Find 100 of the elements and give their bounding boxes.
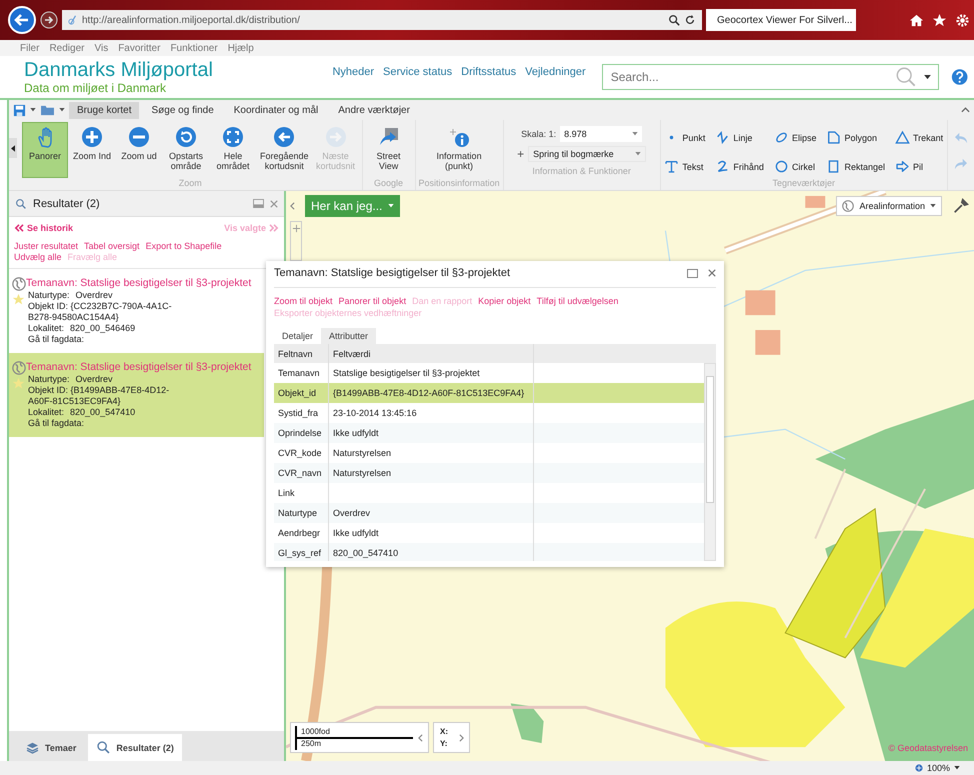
drawing-tool[interactable]: Polygon	[826, 126, 885, 149]
drawing-tool[interactable]: Tekst	[664, 155, 706, 178]
nav-link[interactable]: Nyheder	[332, 66, 374, 78]
action-link[interactable]: Tabel oversigt	[84, 241, 140, 251]
close-icon[interactable]	[708, 269, 716, 277]
star-icon[interactable]	[932, 12, 947, 28]
panel-tab[interactable]: Resultater (2)	[88, 734, 182, 761]
building	[805, 196, 826, 208]
refresh-icon[interactable]	[684, 14, 696, 26]
ribbon-tab[interactable]: Bruge kortet	[69, 102, 140, 118]
forward-icon[interactable]	[40, 11, 58, 29]
nav-link[interactable]: Service status	[383, 66, 452, 78]
caret-icon[interactable]	[30, 108, 36, 112]
ribbon-tab[interactable]: Koordinater og mål	[226, 102, 326, 118]
back-icon[interactable]	[8, 6, 36, 34]
browser-tab[interactable]: Geocortex Viewer For Silverl...	[706, 9, 856, 31]
result-title[interactable]: Temanavn: Statslige besigtigelser til §3-projektet	[26, 277, 252, 290]
nav-link[interactable]: Driftsstatus	[461, 66, 516, 78]
drawing-tool[interactable]: Linje	[715, 126, 764, 149]
drawing-tool[interactable]: Cirkel	[774, 155, 816, 178]
zoom-level[interactable]: 100%	[926, 763, 950, 773]
star-icon[interactable]	[12, 293, 25, 306]
table-cell: Ikke udfyldt	[329, 423, 534, 443]
zoom-in-button[interactable]	[290, 221, 302, 261]
ribbon-tab[interactable]: Andre værktøjer	[330, 102, 418, 118]
caret-left-icon[interactable]	[418, 734, 423, 742]
column-header[interactable]: Feltværdi	[329, 344, 534, 363]
popup-tab[interactable]: Attributter	[321, 328, 376, 344]
action-link[interactable]: Udvælg alle	[14, 252, 62, 262]
close-icon[interactable]	[270, 200, 278, 208]
drawing-tool[interactable]: Elipse	[774, 126, 816, 149]
caret-icon[interactable]	[59, 108, 65, 112]
menu-item[interactable]: Funktioner	[170, 42, 218, 54]
tool-button[interactable]: Foregående kortudsnit	[257, 122, 312, 178]
search-field[interactable]: Search...	[602, 64, 939, 90]
table-row[interactable]: Oprindelse Ikke udfyldt	[274, 423, 704, 443]
action-link[interactable]: Zoom til objekt	[274, 296, 333, 306]
tool-button[interactable]: Hele området	[210, 122, 256, 178]
caret-right-icon[interactable]	[459, 734, 464, 742]
menu-item[interactable]: Hjælp	[228, 42, 254, 54]
scroll-left-button[interactable]	[9, 138, 17, 158]
star-icon[interactable]	[12, 377, 25, 390]
save-icon[interactable]	[13, 104, 26, 116]
action-link[interactable]: Kopier objekt	[478, 296, 531, 306]
data-link[interactable]: Gå til fagdata:	[28, 334, 84, 345]
menu-item[interactable]: Filer	[20, 42, 40, 54]
drawing-tool[interactable]: Punkt	[664, 126, 706, 149]
address-bar[interactable]: http://arealinformation.miljoeportal.dk/distribution/	[62, 10, 702, 30]
layer-dropdown[interactable]: Arealinformation	[836, 196, 942, 216]
data-link[interactable]: Gå til fagdata:	[28, 418, 84, 429]
table-row[interactable]: Objekt_id {B1499ABB-47E8-4D12-A60F-81C513EC9FA4}	[274, 383, 704, 403]
group-label: Zoom	[178, 178, 202, 190]
info-icon	[448, 126, 470, 148]
tool-button[interactable]: Zoom Ind	[69, 122, 115, 178]
minimize-icon[interactable]	[253, 199, 264, 208]
settings-icon[interactable]	[955, 12, 970, 28]
action-link[interactable]: Tilføj til udvælgelsen	[536, 296, 618, 306]
tool-button[interactable]: Zoom ud	[116, 122, 162, 178]
maximize-icon[interactable]	[687, 268, 698, 278]
tool-button[interactable]: Opstarts område	[163, 122, 209, 178]
popup-tab[interactable]: Detaljer	[274, 328, 322, 344]
caret-icon[interactable]	[924, 75, 931, 80]
tool-button[interactable]: Street View	[366, 122, 412, 178]
bookmark-dropdown[interactable]: Spring til bogmærke	[528, 146, 646, 162]
action-link[interactable]: Juster resultatet	[14, 241, 78, 251]
tool-button[interactable]: Panorer	[22, 122, 68, 178]
result-item[interactable]: Temanavn: Statslige besigtigelser til §3-projektet Naturtype: Overdrev Objekt ID: {B1499ABB-47E8-4D12-A60F-81C513EC9FA4} Lokalitet: 820_00_547410 Gå til fagdata:	[9, 353, 264, 437]
action-link[interactable]: Panorer til objekt	[338, 296, 406, 306]
column-header[interactable]: Feltnavn	[274, 344, 329, 363]
search-icon[interactable]	[668, 14, 680, 26]
action-link[interactable]: Export to Shapefile	[146, 241, 222, 251]
selected-area[interactable]	[784, 508, 886, 658]
add-bookmark-button[interactable]: +	[517, 147, 524, 161]
caret-icon[interactable]	[954, 766, 960, 770]
table-row[interactable]: CVR_navn Naturstyrelsen	[274, 463, 704, 483]
history-link[interactable]: Se historik	[14, 223, 74, 233]
tools-icon[interactable]	[952, 197, 970, 215]
home-icon[interactable]	[909, 12, 924, 28]
drawing-tool[interactable]: Trekant	[894, 126, 944, 149]
table-row[interactable]: Gl_sys_ref 820_00_547410	[274, 543, 704, 561]
ribbon-tab[interactable]: Søge og finde	[143, 102, 222, 118]
zigzag-line-icon	[715, 130, 730, 145]
tool-button[interactable]: Information (punkt)	[434, 122, 485, 178]
arrow-icon	[894, 159, 910, 174]
scrollbar[interactable]	[704, 363, 716, 561]
help-icon[interactable]	[950, 68, 968, 86]
drawing-tool[interactable]: Rektangel	[826, 155, 885, 178]
nav-link[interactable]: Vejledninger	[525, 66, 586, 78]
result-item[interactable]: Temanavn: Statslige besigtigelser til §3-projektet Naturtype: Overdrev Objekt ID: {CC232B7C-790A-4A1C-B278-94580AC154A4} Lokalitet: 820_00_546469 Gå til fagdata:	[9, 269, 264, 353]
table-row[interactable]: Naturtype Overdrev	[274, 503, 704, 523]
menu-item[interactable]: Vis	[94, 42, 108, 54]
folder-icon[interactable]	[40, 104, 55, 116]
menu-item[interactable]: Favoritter	[118, 42, 160, 54]
chevron-up-icon[interactable]	[961, 107, 970, 113]
caret-left-icon[interactable]	[290, 202, 295, 210]
menu-item[interactable]: Rediger	[49, 42, 84, 54]
scale-field[interactable]: 8.978	[560, 126, 642, 142]
drawing-tool[interactable]: Pil	[894, 155, 944, 178]
panel-tab[interactable]: Temaer	[17, 734, 84, 761]
drawing-tool[interactable]: Frihånd	[715, 155, 764, 178]
